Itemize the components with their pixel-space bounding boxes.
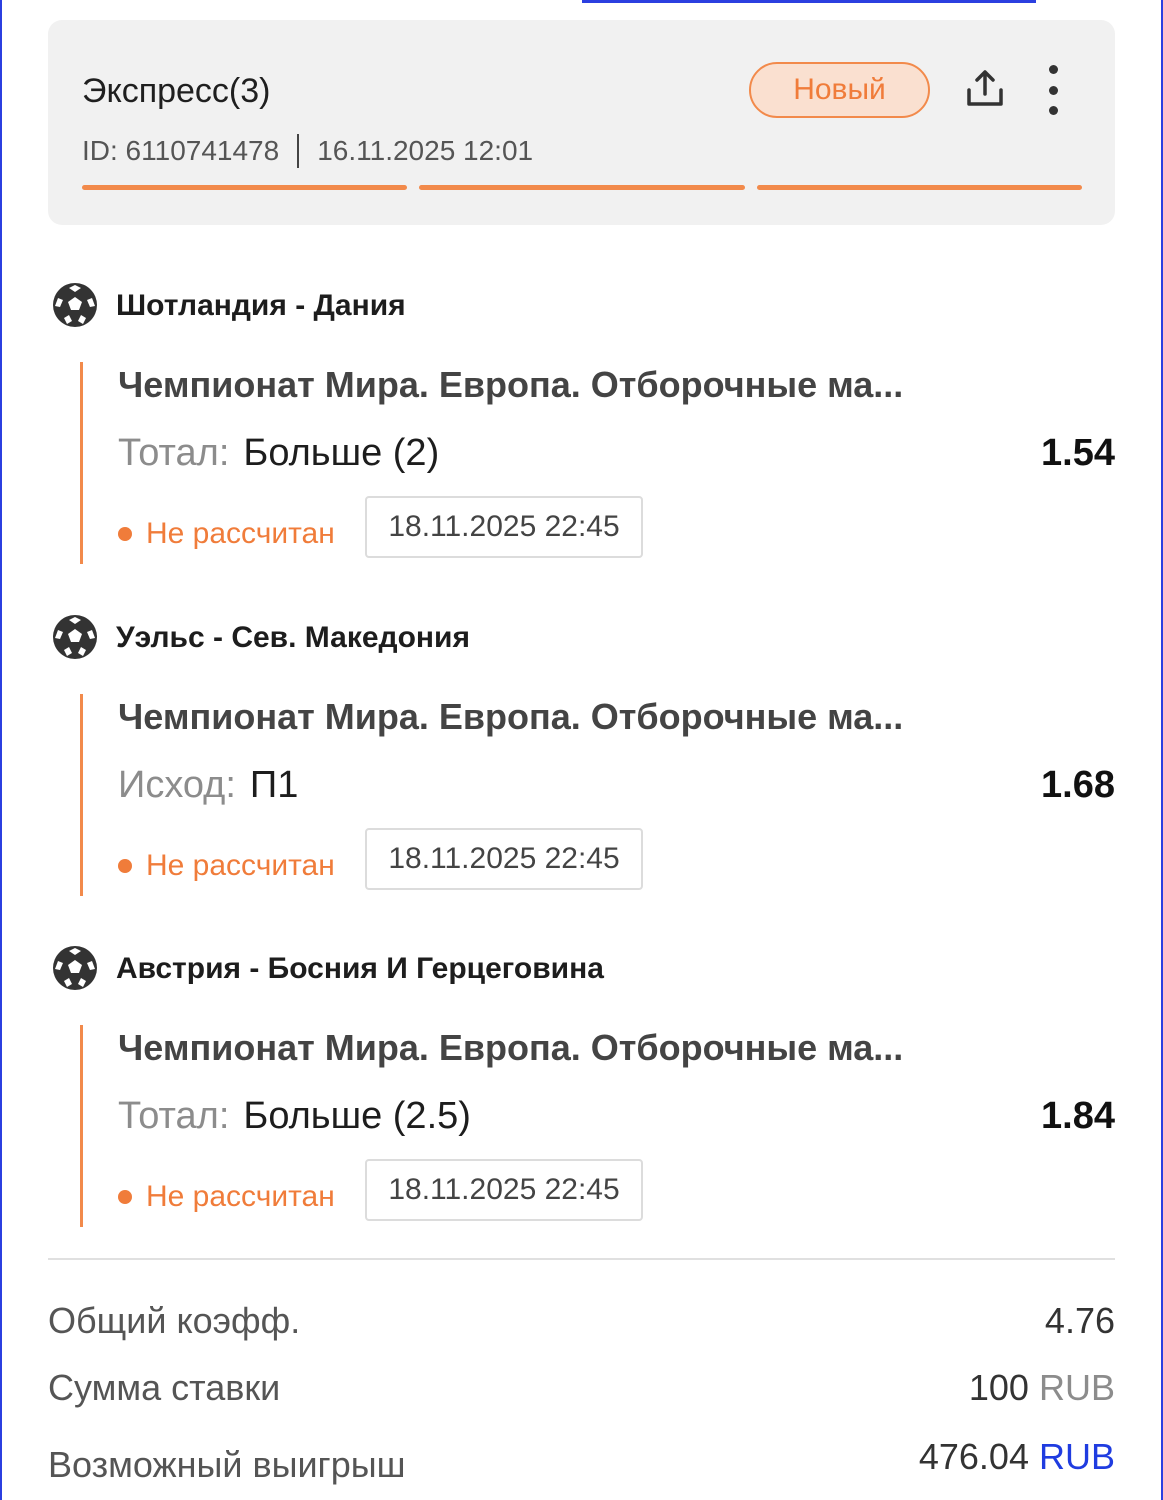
stake-currency: RUB — [1038, 1367, 1115, 1408]
bet-id: ID: 6110741478 — [82, 135, 280, 166]
event-item[interactable]: Шотландия - Дания Чемпионат Мира. Европа… — [48, 280, 1115, 564]
league-name: Чемпионат Мира. Европа. Отборочные ма... — [118, 696, 904, 737]
event-odds: 1.54 — [1041, 432, 1115, 474]
frame-border-left — [0, 0, 2, 1500]
active-tab-indicator — [582, 0, 1036, 3]
event-date: 18.11.2025 22:45 — [365, 496, 643, 558]
match-name: Уэльс - Сев. Македония — [116, 621, 470, 654]
league-name: Чемпионат Мира. Европа. Отборочные ма... — [118, 364, 904, 405]
status-text: Не рассчитан — [146, 1180, 335, 1213]
bet-selection: Исход: П1 — [118, 764, 298, 807]
bet-datetime: 16.11.2025 12:01 — [317, 135, 534, 166]
status-dot-icon — [118, 527, 132, 541]
event-status: Не рассчитан — [118, 517, 335, 551]
bet-meta: ID: 6110741478 16.11.2025 12:01 — [82, 134, 533, 168]
bet-value: П1 — [249, 764, 299, 806]
possible-win-value: 476.04 RUB — [919, 1436, 1115, 1478]
status-badge: Новый — [749, 62, 930, 118]
event-date: 18.11.2025 22:45 — [365, 1159, 643, 1221]
bet-title: Экспресс(3) — [82, 72, 271, 110]
event-odds: 1.68 — [1041, 764, 1115, 806]
bet-header-card: Экспресс(3) ID: 6110741478 16.11.2025 12… — [48, 20, 1115, 225]
soccer-ball-icon — [53, 283, 97, 327]
more-dot-icon — [1048, 106, 1058, 115]
meta-divider — [297, 134, 300, 168]
event-item[interactable]: Австрия - Босния И Герцеговина Чемпионат… — [48, 943, 1115, 1227]
status-dot-icon — [118, 1190, 132, 1204]
events-progress — [82, 185, 1082, 190]
status-text: Не рассчитан — [146, 517, 335, 550]
bet-type: Тотал: — [118, 1095, 230, 1137]
match-name: Австрия - Босния И Герцеговина — [116, 952, 604, 985]
bet-selection: Тотал: Больше (2) — [118, 432, 439, 475]
event-details: Чемпионат Мира. Европа. Отборочные ма...… — [80, 1025, 1115, 1227]
stake-label: Сумма ставки — [48, 1367, 281, 1408]
stake-amount: 100 — [968, 1367, 1029, 1408]
progress-segment — [756, 185, 1082, 190]
more-options-button[interactable] — [1038, 60, 1068, 120]
bet-value: Больше (2) — [243, 432, 440, 474]
event-header: Уэльс - Сев. Македония — [48, 612, 1115, 662]
bet-type: Исход: — [118, 764, 236, 806]
event-item[interactable]: Уэльс - Сев. Македония Чемпионат Мира. Е… — [48, 612, 1115, 896]
bet-selection: Тотал: Больше (2.5) — [118, 1095, 471, 1138]
total-odds-value: 4.76 — [1044, 1300, 1115, 1341]
status-text: Не рассчитан — [146, 849, 335, 882]
soccer-ball-icon — [53, 946, 97, 990]
event-odds: 1.84 — [1041, 1095, 1115, 1137]
win-currency: RUB — [1038, 1436, 1115, 1477]
event-header: Шотландия - Дания — [48, 280, 1115, 330]
more-dot-icon — [1048, 85, 1058, 95]
soccer-ball-icon — [53, 615, 97, 659]
win-amount: 476.04 — [918, 1436, 1029, 1477]
possible-win-label: Возможный выигрыш — [48, 1444, 406, 1485]
event-details: Чемпионат Мира. Европа. Отборочные ма...… — [80, 694, 1115, 896]
more-dot-icon — [1048, 65, 1058, 74]
event-details: Чемпионат Мира. Европа. Отборочные ма...… — [80, 362, 1115, 564]
event-header: Австрия - Босния И Герцеговина — [48, 943, 1115, 993]
total-odds-label: Общий коэфф. — [48, 1300, 301, 1341]
progress-segment — [419, 185, 745, 190]
event-date: 18.11.2025 22:45 — [365, 828, 643, 890]
event-status: Не рассчитан — [118, 1180, 335, 1214]
share-button[interactable] — [960, 64, 1010, 114]
stake-value: 100 RUB — [969, 1367, 1115, 1409]
status-dot-icon — [118, 859, 132, 873]
share-icon — [967, 70, 1003, 106]
bet-type: Тотал: — [118, 432, 230, 474]
progress-segment — [82, 185, 408, 190]
match-name: Шотландия - Дания — [116, 289, 406, 322]
league-name: Чемпионат Мира. Европа. Отборочные ма... — [118, 1027, 904, 1068]
event-status: Не рассчитан — [118, 849, 335, 883]
bet-value: Больше (2.5) — [243, 1095, 471, 1137]
summary-divider — [48, 1258, 1115, 1260]
